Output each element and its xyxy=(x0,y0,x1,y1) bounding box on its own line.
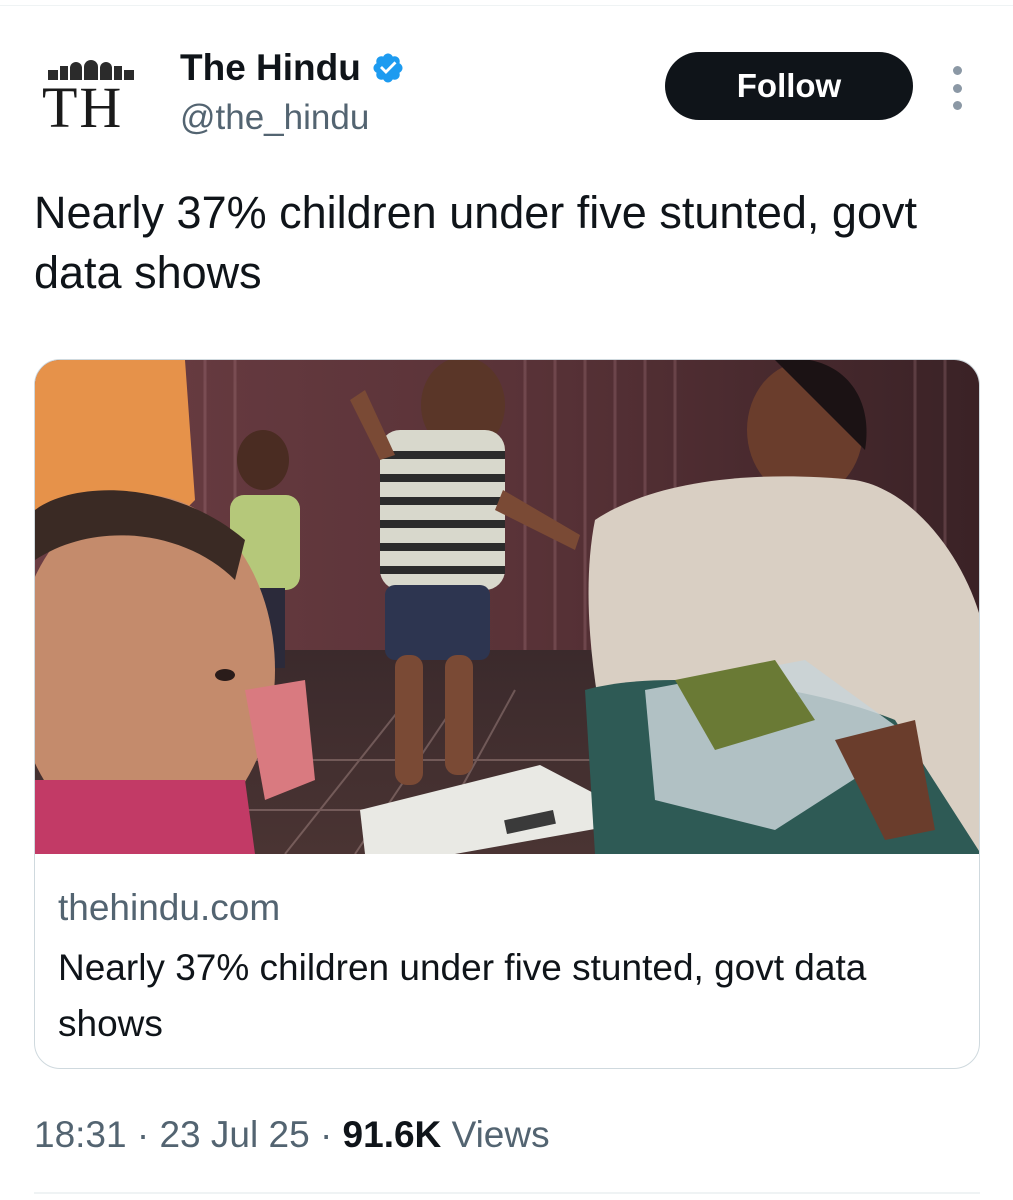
views-label: Views xyxy=(451,1114,550,1155)
card-image[interactable] xyxy=(35,360,980,854)
avatar-monogram: TH xyxy=(42,75,124,140)
card-title[interactable]: Nearly 37% children under five stunted, … xyxy=(58,940,948,1052)
tweet-text: Nearly 37% children under five stunted, … xyxy=(34,187,917,298)
meta-separator: · xyxy=(319,1114,333,1155)
views-count[interactable]: 91.6K xyxy=(343,1114,442,1155)
meta-separator: · xyxy=(136,1114,150,1155)
display-name[interactable]: The Hindu xyxy=(180,48,361,88)
verified-badge-icon xyxy=(373,53,403,83)
follow-button[interactable]: Follow xyxy=(665,52,913,120)
account-handle[interactable]: @the_hindu xyxy=(180,98,369,138)
more-options-icon[interactable] xyxy=(945,66,969,110)
bottom-divider xyxy=(34,1192,980,1194)
more-dot xyxy=(952,101,962,110)
tweet-meta: 18:31 · 23 Jul 25 · 91.6K Views xyxy=(34,1110,550,1160)
link-card[interactable]: thehindu.com Nearly 37% children under f… xyxy=(34,359,980,1069)
name-row: The Hindu xyxy=(180,48,405,88)
card-domain[interactable]: thehindu.com xyxy=(58,886,280,930)
tweet-time[interactable]: 18:31 xyxy=(34,1114,127,1155)
top-divider xyxy=(0,0,1013,6)
more-dot xyxy=(952,66,962,75)
more-dot xyxy=(952,83,962,93)
tweet-date[interactable]: 23 Jul 25 xyxy=(159,1114,309,1155)
avatar[interactable]: TH xyxy=(42,58,142,158)
tweet-header: TH The Hindu @the_hindu Follow xyxy=(30,40,980,150)
